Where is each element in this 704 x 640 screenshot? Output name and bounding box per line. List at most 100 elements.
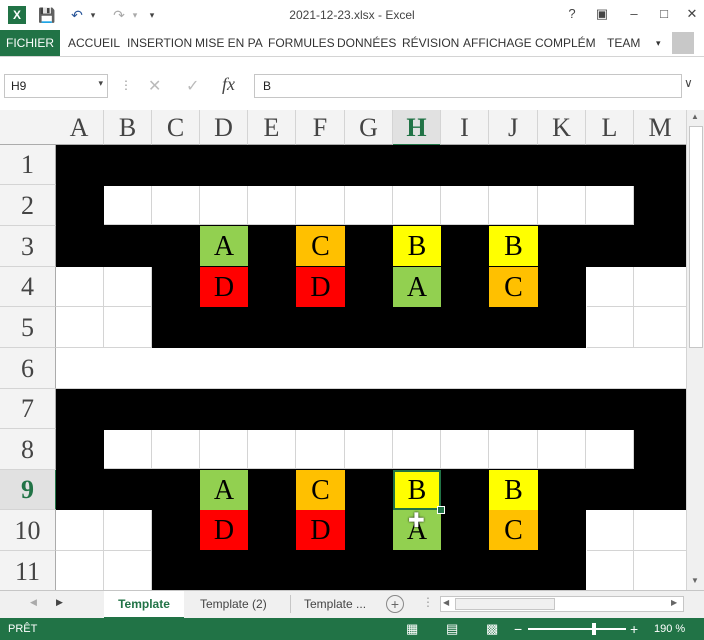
cell-b8[interactable] (104, 430, 152, 469)
cell-d2[interactable] (200, 186, 248, 225)
page-layout-view-icon[interactable]: ▤ (446, 618, 458, 640)
empty-row-6[interactable] (56, 348, 686, 389)
grade-cell-d9[interactable]: A (200, 470, 248, 510)
cell-k8[interactable] (538, 430, 586, 469)
column-header-e[interactable]: E (248, 110, 296, 145)
help-button[interactable]: ? (560, 4, 584, 24)
row-header-6[interactable]: 6 (0, 348, 56, 389)
tab-mise-en-page[interactable]: MISE EN PA (195, 30, 263, 56)
new-sheet-icon[interactable]: + (386, 595, 404, 613)
grade-cell-f10[interactable]: D (296, 510, 345, 550)
scroll-tabs-left-icon[interactable]: ◀ (30, 597, 37, 608)
horizontal-scrollbar[interactable]: ◀ ▶ (440, 596, 684, 612)
cell-g2[interactable] (345, 186, 393, 225)
cell-a5[interactable] (56, 307, 104, 348)
insert-function-icon[interactable]: fx (222, 74, 235, 95)
cell-k2[interactable] (538, 186, 586, 225)
ribbon-collapse-icon[interactable]: ▾ (656, 30, 661, 56)
formula-input[interactable]: B (254, 74, 682, 98)
cell-e2[interactable] (248, 186, 296, 225)
tab-donnees[interactable]: DONNÉES (337, 30, 396, 56)
column-header-l[interactable]: L (586, 110, 634, 145)
row-header-3[interactable]: 3 (0, 226, 56, 267)
tabs-split-handle-icon[interactable]: ⋮ (422, 595, 434, 609)
zoom-out-icon[interactable]: − (514, 618, 522, 640)
grade-cell-f3[interactable]: C (296, 226, 345, 266)
tab-revision[interactable]: RÉVISION (402, 30, 459, 56)
column-header-i[interactable]: I (441, 110, 489, 145)
grade-cell-h3[interactable]: B (393, 226, 441, 266)
grade-cell-h9-active[interactable]: B (393, 470, 441, 510)
name-box[interactable]: H9 ▾ (4, 74, 108, 98)
cell-m5[interactable] (634, 307, 686, 348)
chevron-down-icon[interactable]: ▾ (98, 78, 103, 89)
row-header-1[interactable]: 1 (0, 145, 56, 185)
vertical-scroll-thumb[interactable] (689, 126, 703, 348)
cell-l5[interactable] (587, 307, 634, 348)
grade-cell-j9[interactable]: B (489, 470, 538, 510)
row-header-8[interactable]: 8 (0, 429, 56, 470)
scroll-right-icon[interactable]: ▶ (671, 598, 677, 607)
tab-affichage[interactable]: AFFICHAGE (463, 30, 532, 56)
close-button[interactable]: ✕ (680, 4, 704, 24)
scroll-up-icon[interactable]: ▲ (691, 112, 699, 121)
cell-l4[interactable] (587, 267, 634, 307)
cell-j2[interactable] (489, 186, 538, 225)
select-all-corner[interactable] (0, 110, 56, 145)
column-header-j[interactable]: J (489, 110, 538, 145)
row-header-7[interactable]: 7 (0, 389, 56, 429)
sheet-tab-template-2[interactable]: Template (2) (200, 591, 267, 617)
row-header-4[interactable]: 4 (0, 267, 56, 307)
user-avatar[interactable] (672, 32, 694, 54)
column-header-d[interactable]: D (200, 110, 248, 145)
cell-b11[interactable] (104, 551, 152, 590)
column-header-f[interactable]: F (296, 110, 345, 145)
column-header-h[interactable]: H (393, 110, 441, 146)
normal-view-icon[interactable]: ▦ (406, 618, 418, 640)
cell-h8[interactable] (393, 430, 441, 469)
fill-handle[interactable] (437, 506, 445, 514)
cell-c2[interactable] (152, 186, 200, 225)
row-header-9[interactable]: 9 (0, 470, 57, 510)
cell-a4[interactable] (56, 267, 104, 307)
tab-formules[interactable]: FORMULES (268, 30, 335, 56)
grade-cell-j3[interactable]: B (489, 226, 538, 266)
grade-cell-j4[interactable]: C (489, 267, 538, 307)
cell-b4[interactable] (104, 267, 152, 307)
column-header-c[interactable]: C (152, 110, 200, 145)
cell-c8[interactable] (152, 430, 200, 469)
scroll-left-icon[interactable]: ◀ (443, 598, 449, 607)
grade-cell-d4[interactable]: D (200, 267, 248, 307)
cell-l8[interactable] (586, 430, 634, 469)
column-header-g[interactable]: G (345, 110, 393, 145)
cell-a10[interactable] (56, 510, 104, 551)
zoom-level[interactable]: 190 % (654, 618, 685, 640)
cell-i8[interactable] (441, 430, 489, 469)
row-header-10[interactable]: 10 (0, 510, 56, 551)
cell-m11[interactable] (634, 551, 686, 590)
cell-b10[interactable] (104, 510, 152, 551)
tab-team[interactable]: TEAM (607, 30, 640, 56)
grade-cell-d3[interactable]: A (200, 226, 248, 266)
page-break-view-icon[interactable]: ▩ (486, 618, 498, 640)
row-header-11[interactable]: 11 (0, 551, 56, 590)
worksheet-grid[interactable]: A B C D E F G H I J K L M 1 2 3 4 5 6 7 … (0, 110, 686, 590)
tab-insertion[interactable]: INSERTION (127, 30, 192, 56)
cell-f2[interactable] (296, 186, 345, 225)
cell-b5[interactable] (104, 307, 152, 348)
cell-m4[interactable] (634, 267, 686, 307)
ribbon-display-options-button[interactable]: ▣ (590, 4, 614, 24)
minimize-button[interactable]: – (622, 4, 646, 24)
cell-b2[interactable] (104, 186, 152, 225)
zoom-slider-thumb[interactable] (592, 623, 596, 635)
cell-f8[interactable] (296, 430, 345, 469)
row-header-5[interactable]: 5 (0, 307, 56, 348)
cell-a11[interactable] (56, 551, 104, 590)
column-header-b[interactable]: B (104, 110, 152, 145)
column-header-a[interactable]: A (55, 110, 104, 145)
tab-complements[interactable]: COMPLÉM (535, 30, 596, 56)
enter-icon[interactable]: ✓ (186, 76, 199, 96)
grade-cell-h4[interactable]: A (393, 267, 441, 307)
grade-cell-f9[interactable]: C (296, 470, 345, 510)
cell-g8[interactable] (345, 430, 393, 469)
